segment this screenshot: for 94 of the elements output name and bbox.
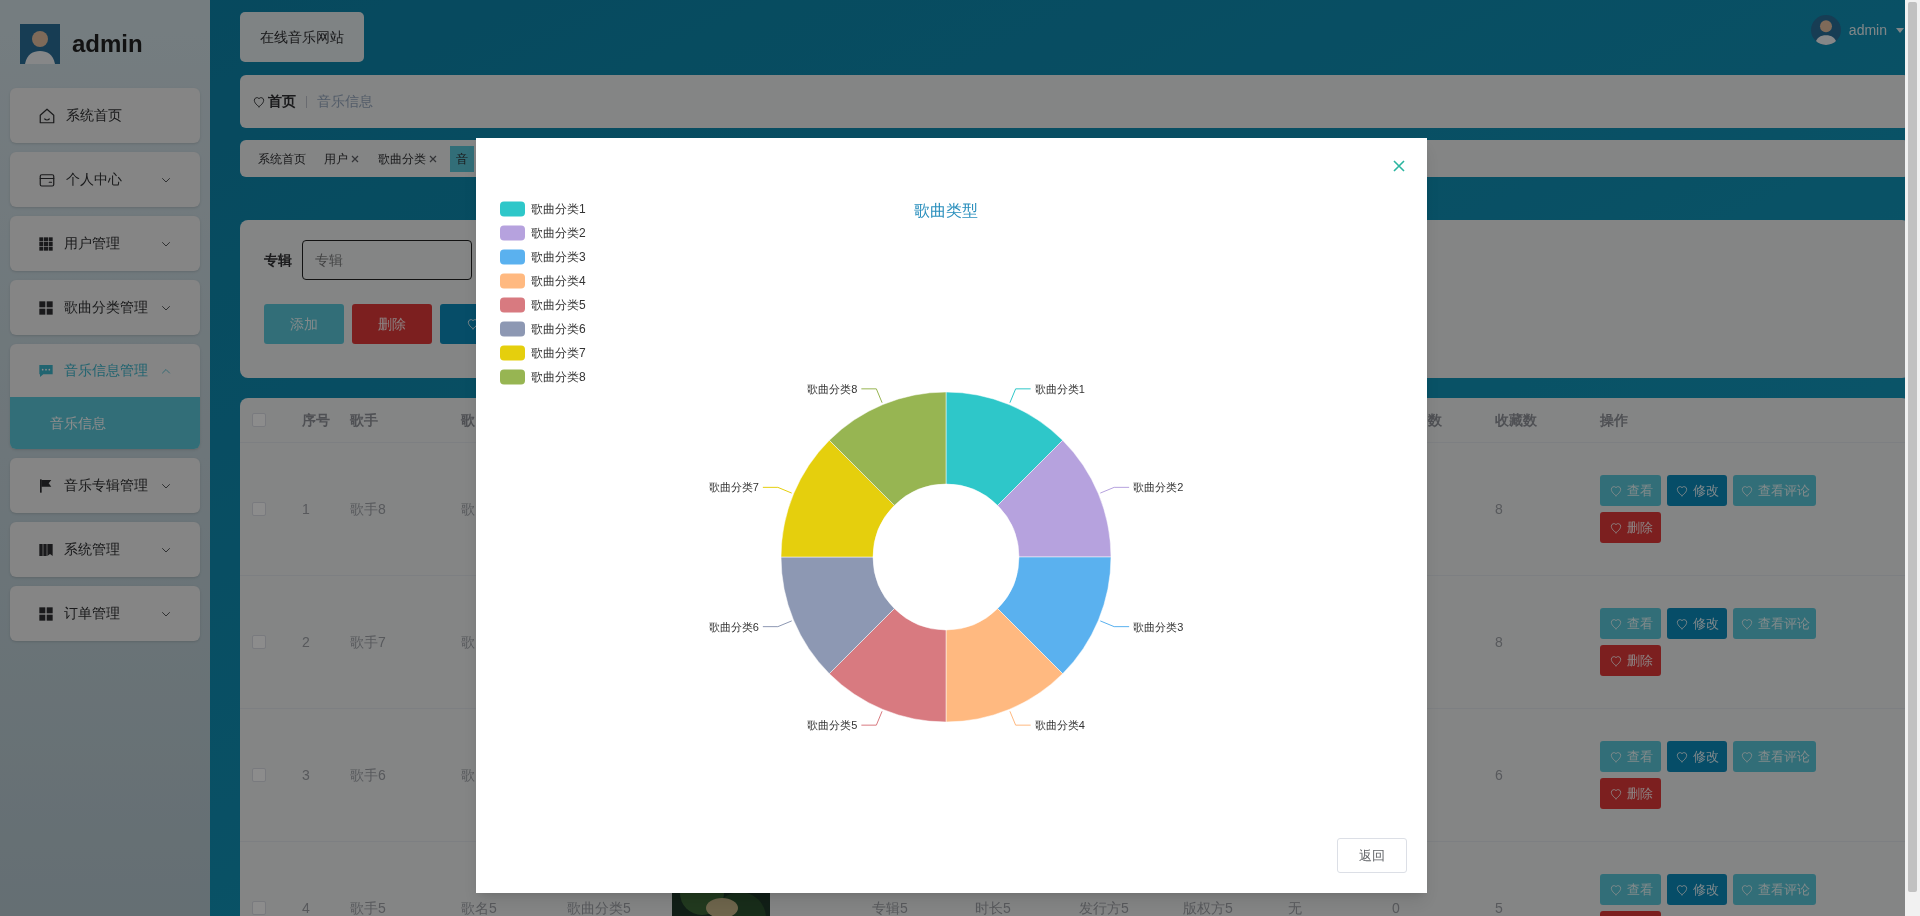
grid-icon [38,299,54,316]
avatar-icon [20,24,60,64]
page-tab[interactable]: 歌曲分类 [372,145,444,172]
heart-icon [1608,653,1623,668]
heart-icon [1608,483,1623,498]
scrollbar[interactable] [1905,0,1920,916]
legend-label[interactable]: 歌曲分类7 [531,346,586,360]
heart-icon [1675,616,1689,631]
legend-swatch[interactable] [500,297,525,313]
slice-label: 歌曲分类1 [1034,382,1085,395]
close-button[interactable] [1391,158,1407,174]
caret-icon [1895,25,1905,35]
heart-icon [1675,882,1689,897]
menu-item[interactable]: 订单管理 [10,586,200,641]
heart-icon [1608,882,1623,897]
delete-button[interactable]: 删除 [1600,512,1661,543]
delete-button[interactable]: 删除 [352,304,432,344]
back-button[interactable]: 返回 [1337,838,1407,873]
legend-swatch[interactable] [500,249,525,265]
chart-title: 歌曲类型 [914,202,978,219]
legend-swatch[interactable] [500,225,525,241]
user-menu[interactable]: admin [1848,19,1887,41]
flag-icon [38,477,54,494]
legend-swatch[interactable] [500,369,525,385]
slice-label: 歌曲分类4 [1034,719,1085,732]
field-label: 专辑 [264,250,292,270]
heart-icon [1608,520,1623,535]
legend-label[interactable]: 歌曲分类6 [531,322,586,336]
legend-swatch[interactable] [500,201,525,217]
chat-icon [38,362,54,379]
leader-line [762,620,793,628]
legend-swatch[interactable] [500,321,525,337]
page-tab[interactable]: 系统首页 [252,145,312,172]
home-icon [38,106,56,125]
legend-label[interactable]: 歌曲分类4 [531,274,586,288]
heart-icon [1675,749,1689,764]
donut-slice[interactable] [780,556,895,674]
delete-button[interactable]: 删除 [1600,778,1661,809]
heart-icon [1739,882,1754,897]
slice-label: 歌曲分类6 [708,620,759,633]
heart-icon [1608,616,1623,631]
site-button[interactable]: 在线音乐网站 [240,12,364,62]
menu-item[interactable]: 系统首页 [10,88,200,143]
donut-slice[interactable] [997,556,1112,674]
legend-swatch[interactable] [500,345,525,361]
menu-item[interactable]: 歌曲分类管理 [10,280,200,335]
close-icon[interactable] [428,153,438,164]
leader-line [860,710,883,726]
heart-icon [1739,483,1754,498]
legend-label[interactable]: 歌曲分类8 [531,370,586,384]
heart-icon [1739,616,1754,631]
menu-item[interactable]: 个人中心 [10,152,200,207]
legend-label[interactable]: 歌曲分类3 [531,250,586,264]
edit-button[interactable]: 修改 [1667,741,1727,772]
edit-button[interactable]: 修改 [1667,475,1727,506]
book-icon [38,541,54,558]
page-tab[interactable]: 用户 [318,145,366,172]
heart-icon [1675,483,1689,498]
slice-label: 歌曲分类8 [807,382,858,395]
menu-item[interactable]: 音乐专辑管理 [10,458,200,513]
close-icon [1392,159,1406,173]
leader-line [762,486,793,494]
heart-icon [252,94,266,109]
menu-item[interactable]: 用户管理 [10,216,200,271]
legend-label[interactable]: 歌曲分类1 [531,202,586,216]
grid-icon [38,235,54,252]
delete-button[interactable]: 删除 [1600,645,1661,676]
close-icon[interactable] [350,153,360,164]
user-name: admin [72,29,143,59]
legend-label[interactable]: 歌曲分类5 [531,298,586,312]
donut-slice[interactable] [780,440,895,558]
heart-icon [1739,749,1754,764]
legend-swatch[interactable] [500,273,525,289]
grid-icon [38,605,54,622]
edit-button[interactable]: 修改 [1667,874,1727,905]
search-field[interactable]: 专辑 [302,240,472,280]
donut-slice[interactable] [997,440,1112,558]
leader-line [1099,620,1130,628]
page-tab[interactable]: 音 [450,145,474,172]
heart-icon [1608,786,1623,801]
leader-line [1009,710,1032,726]
leader-line [860,388,883,404]
leader-line [1099,486,1130,494]
breadcrumb-link[interactable]: 首页 [252,91,296,112]
slice-label: 歌曲分类7 [708,481,759,494]
legend-label[interactable]: 歌曲分类2 [531,226,586,240]
edit-button[interactable]: 修改 [1667,608,1727,639]
avatar-icon [1810,15,1841,45]
menu-item[interactable]: 系统管理 [10,522,200,577]
slice-label: 歌曲分类3 [1133,620,1184,633]
heart-icon [1608,749,1623,764]
slice-label: 歌曲分类2 [1133,481,1184,494]
slice-label: 歌曲分类5 [807,719,858,732]
leader-line [1009,388,1032,404]
